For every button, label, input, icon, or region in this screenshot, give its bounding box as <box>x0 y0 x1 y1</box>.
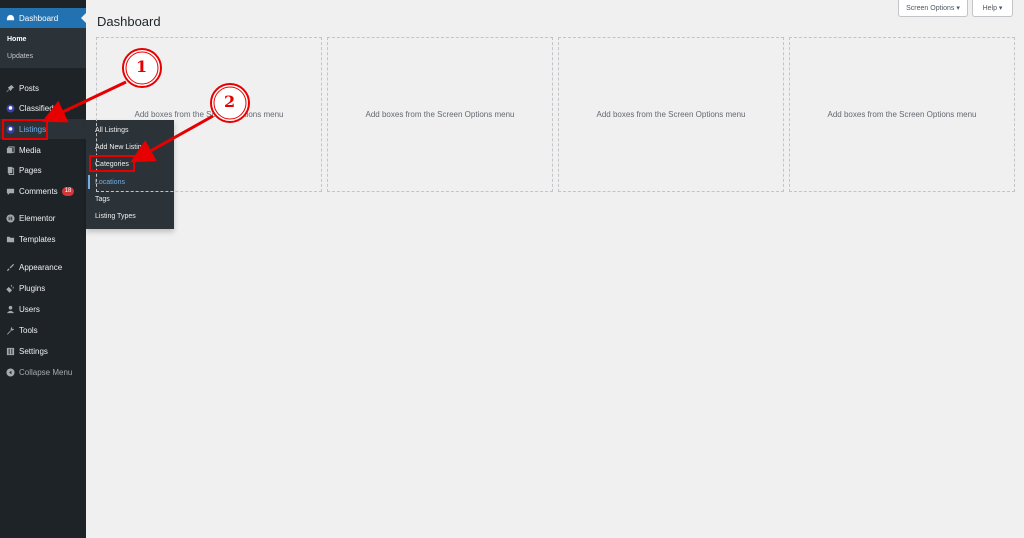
sidebar-item-label: Media <box>19 145 41 155</box>
admin-sidebar: Dashboard Home Updates Posts Classified … <box>0 0 86 538</box>
dashboard-drop-zone[interactable]: Add boxes from the Screen Options menu <box>558 37 784 192</box>
dashboard-drop-zone[interactable]: Add boxes from the Screen Options menu <box>789 37 1015 192</box>
sidebar-item-appearance[interactable]: Appearance <box>0 257 86 277</box>
sidebar-item-users[interactable]: Users <box>0 299 86 319</box>
screen-options-button[interactable]: Screen Options ▾ <box>898 0 968 17</box>
help-button[interactable]: Help ▾ <box>972 0 1013 17</box>
sidebar-item-label: Collapse Menu <box>19 367 73 377</box>
comment-icon <box>5 186 15 196</box>
sidebar-item-label: Appearance <box>19 262 63 272</box>
user-icon <box>5 304 15 314</box>
flyout-tags[interactable]: Tags <box>95 196 110 203</box>
sidebar-item-media[interactable]: Media <box>0 140 86 160</box>
sidebar-item-label: Posts <box>19 83 40 93</box>
highlight-listings <box>2 119 48 140</box>
drop-zone-hint: Add boxes from the Screen Options menu <box>827 110 977 119</box>
dashboard-drop-zone[interactable]: Add boxes from the Screen Options menu <box>327 37 553 192</box>
dashboard-icon <box>5 13 15 23</box>
sidebar-item-label: Dashboard <box>19 13 59 23</box>
sidebar-item-plugins[interactable]: Plugins <box>0 278 86 298</box>
dashboard-submenu: Home Updates <box>0 28 86 68</box>
classified-icon <box>5 103 15 113</box>
sidebar-item-templates[interactable]: Templates <box>0 229 86 249</box>
drop-zone-hint: Add boxes from the Screen Options menu <box>596 110 746 119</box>
comments-count-badge: 18 <box>61 186 75 196</box>
active-submenu-indicator <box>88 175 90 189</box>
elementor-icon <box>5 213 15 223</box>
highlight-categories <box>89 155 135 172</box>
sidebar-item-settings[interactable]: Settings <box>0 341 86 361</box>
sidebar-item-label: Tools <box>19 325 38 335</box>
sidebar-item-comments[interactable]: Comments 18 <box>0 181 86 201</box>
sidebar-item-label: Users <box>19 304 40 314</box>
sidebar-item-classified[interactable]: Classified L <box>0 98 86 118</box>
step-1-label: 1 <box>136 57 148 76</box>
step-2-label: 2 <box>224 92 236 111</box>
sidebar-item-label: Settings <box>19 346 48 356</box>
folder-icon <box>5 234 15 244</box>
sidebar-item-label: Templates <box>19 234 56 244</box>
sidebar-item-label: Pages <box>19 165 42 175</box>
sidebar-item-elementor[interactable]: Elementor <box>0 208 86 228</box>
sidebar-item-label: Comments <box>19 186 58 196</box>
drop-zone-hint: Add boxes from the Screen Options menu <box>134 110 284 119</box>
settings-icon <box>5 346 15 356</box>
sidebar-item-label: Classified L <box>19 103 61 113</box>
sidebar-item-dashboard[interactable]: Dashboard <box>0 8 86 28</box>
sidebar-item-label: Elementor <box>19 213 56 223</box>
wrench-icon <box>5 325 15 335</box>
paintbrush-icon <box>5 262 15 272</box>
collapse-icon <box>5 367 15 377</box>
plug-icon <box>5 283 15 293</box>
sidebar-item-pages[interactable]: Pages <box>0 160 86 180</box>
sidebar-item-tools[interactable]: Tools <box>0 320 86 340</box>
collapse-menu-button[interactable]: Collapse Menu <box>0 362 86 382</box>
submenu-updates[interactable]: Updates <box>7 53 33 60</box>
pin-icon <box>5 83 15 93</box>
sidebar-item-posts[interactable]: Posts <box>0 78 86 98</box>
page-title: Dashboard <box>97 14 161 29</box>
sidebar-item-label: Plugins <box>19 283 46 293</box>
submenu-home[interactable]: Home <box>7 36 26 43</box>
pages-icon <box>5 165 15 175</box>
media-icon <box>5 145 15 155</box>
flyout-listing-types[interactable]: Listing Types <box>95 213 136 220</box>
drop-zone-hint: Add boxes from the Screen Options menu <box>365 110 515 119</box>
